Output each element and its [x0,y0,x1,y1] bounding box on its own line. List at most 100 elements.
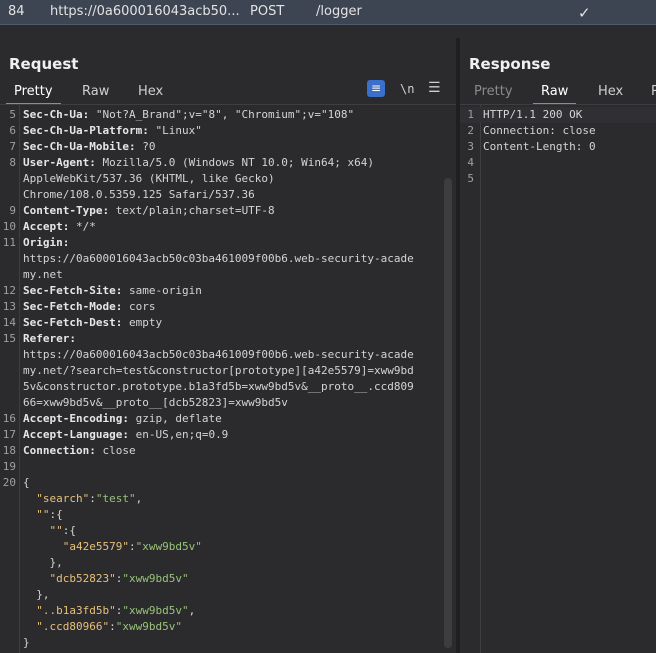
tab-pretty[interactable]: Pretty [6,83,61,105]
json-key: "a42e5579" [62,540,129,553]
line-text: AppleWebKit/537.36 (KHTML, like Gecko) [23,171,275,187]
checkmark-icon: ✓ [578,4,591,22]
header-name: Sec-Ch-Ua-Mobile [23,140,129,153]
header-name: Accept [23,220,63,233]
line-text: Accept: */* [23,219,96,235]
header-name: Sec-Ch-Ua-Platform [23,124,143,137]
line-text: User-Agent: Mozilla/5.0 (Windows NT 10.0… [23,155,374,171]
tab-hex[interactable]: Hex [138,83,163,103]
code-line: 6 Sec-Ch-Ua-Platform: "Linux" [0,123,440,139]
tab-raw-response[interactable]: Raw [532,83,577,105]
response-panel: Response Pretty Raw Hex R 1 HTTP/1.1 200 … [460,38,656,653]
request-editor[interactable]: 5 Sec-Ch-Ua: "Not?A_Brand";v="8", "Chromi… [0,105,456,653]
line-number: 13 [2,300,16,313]
json-key: "" [36,508,50,521]
json-separator: : [128,540,136,553]
line-text: { [23,475,30,491]
spacer [0,25,656,38]
line-number: 14 [2,316,16,329]
line-text: Sec-Fetch-Site: same-origin [23,283,202,299]
header-value: close [102,444,136,457]
line-number: 12 [2,284,16,297]
show-newlines-button[interactable]: \n [400,82,414,96]
code-line: } [0,635,440,651]
code-line: Chrome/108.0.5359.125 Safari/537.36 [0,187,440,203]
json-separator: :{ [49,508,63,521]
code-line: https://0a600016043acb50c03ba461009f00b6… [0,251,440,267]
json-separator: : [89,492,96,505]
header-colon: : [142,124,156,137]
code-line: 19 [0,459,440,475]
vertical-scrollbar[interactable] [444,178,452,648]
code-line: 1 HTTP/1.1 200 OK [460,107,656,123]
header-colon: : [122,428,136,441]
code-line: 3 Content-Length: 0 [460,139,656,155]
code-line: my.net [0,267,440,283]
line-number: 7 [9,140,16,153]
request-panel: Request Pretty Raw Hex ≡ \n ☰ 5 Sec-Ch-Ua… [0,38,456,653]
json-tail: , [188,604,196,617]
header-value: "Not?A_Brand";v="8", "Chromium";v="108" [95,108,355,121]
code-line: }, [0,587,440,603]
header-value: gzip, deflate [135,412,222,425]
json-value: "xww9bd5v" [122,572,189,585]
hamburger-menu-icon[interactable]: ☰ [428,80,441,96]
json-value: "xww9bd5v" [135,540,202,553]
code-line: "search":"test", [0,491,440,507]
line-text: "search":"test", [23,491,142,507]
history-path: /logger [316,4,362,19]
code-line: 16 Accept-Encoding: gzip, deflate [0,411,440,427]
history-method: POST [250,4,285,19]
line-text: Chrome/108.0.5359.125 Safari/537.36 [23,187,255,203]
line-text: }, [23,555,62,571]
line-number: 16 [2,412,16,425]
code-line: 14 Sec-Fetch-Dest: empty [0,315,440,331]
history-id: 84 [8,4,25,19]
line-number: 1 [467,108,474,121]
code-line: 17 Accept-Language: en-US,en;q=0.9 [0,427,440,443]
response-title: Response [469,55,551,73]
line-text: Sec-Ch-Ua-Platform: "Linux" [23,123,202,139]
line-text: Sec-Fetch-Mode: cors [23,299,155,315]
line-text: } [23,635,30,651]
code-line: ".ccd80966":"xww9bd5v" [0,619,440,635]
json-separator: : [109,620,116,633]
header-name: Sec-Fetch-Dest [23,316,116,329]
code-line: https://0a600016043acb50c03ba461009f00b6… [0,347,440,363]
line-number: 8 [9,156,16,169]
line-number: 19 [2,460,16,473]
response-editor[interactable]: 1 HTTP/1.1 200 OK 2 Connection: close 3 Conte… [460,105,656,653]
header-name: Sec-Fetch-Site [23,284,116,297]
history-row-selected[interactable]: 84 https://0a600016043acb50... POST /log… [0,0,656,25]
line-text: "":{ [23,523,77,539]
header-colon: : [115,300,129,313]
line-number: 2 [467,124,474,137]
header-colon: : [128,140,143,153]
header-name: Referer [23,332,70,345]
code-line: AppleWebKit/537.36 (KHTML, like Gecko) [0,171,440,187]
tab-hex-response[interactable]: Hex [598,83,623,103]
wrap-lines-icon[interactable]: ≡ [367,80,385,97]
header-value: Chrome/108.0.5359.125 Safari/537.36 [23,188,255,201]
tab-render-response[interactable]: R [651,83,656,103]
json-value: "test" [95,492,136,505]
header-value: }, [23,588,50,601]
tab-raw[interactable]: Raw [82,83,109,103]
line-number: 5 [467,172,474,185]
json-tail: , [135,492,143,505]
line-number: 11 [2,236,16,249]
code-line: 8 User-Agent: Mozilla/5.0 (Windows NT 10.… [0,155,440,171]
tab-pretty-response[interactable]: Pretty [474,83,513,103]
code-line: "":{ [0,507,440,523]
header-colon: : [62,220,76,233]
header-value: 5v&constructor.prototype.b1a3fd5b=xww9bd… [23,380,414,393]
code-line: 5 Sec-Ch-Ua: "Not?A_Brand";v="8", "Chromi… [0,107,440,123]
line-text: Accept-Language: en-US,en;q=0.9 [23,427,228,443]
header-value: */* [76,220,96,233]
line-text: my.net/?search=test&constructor[prototyp… [23,363,414,379]
header-colon: : [102,204,116,217]
header-name: User-Agent [23,156,90,169]
line-text: ".ccd80966":"xww9bd5v" [23,619,182,635]
line-text: 5v&constructor.prototype.b1a3fd5b=xww9bd… [23,379,414,395]
